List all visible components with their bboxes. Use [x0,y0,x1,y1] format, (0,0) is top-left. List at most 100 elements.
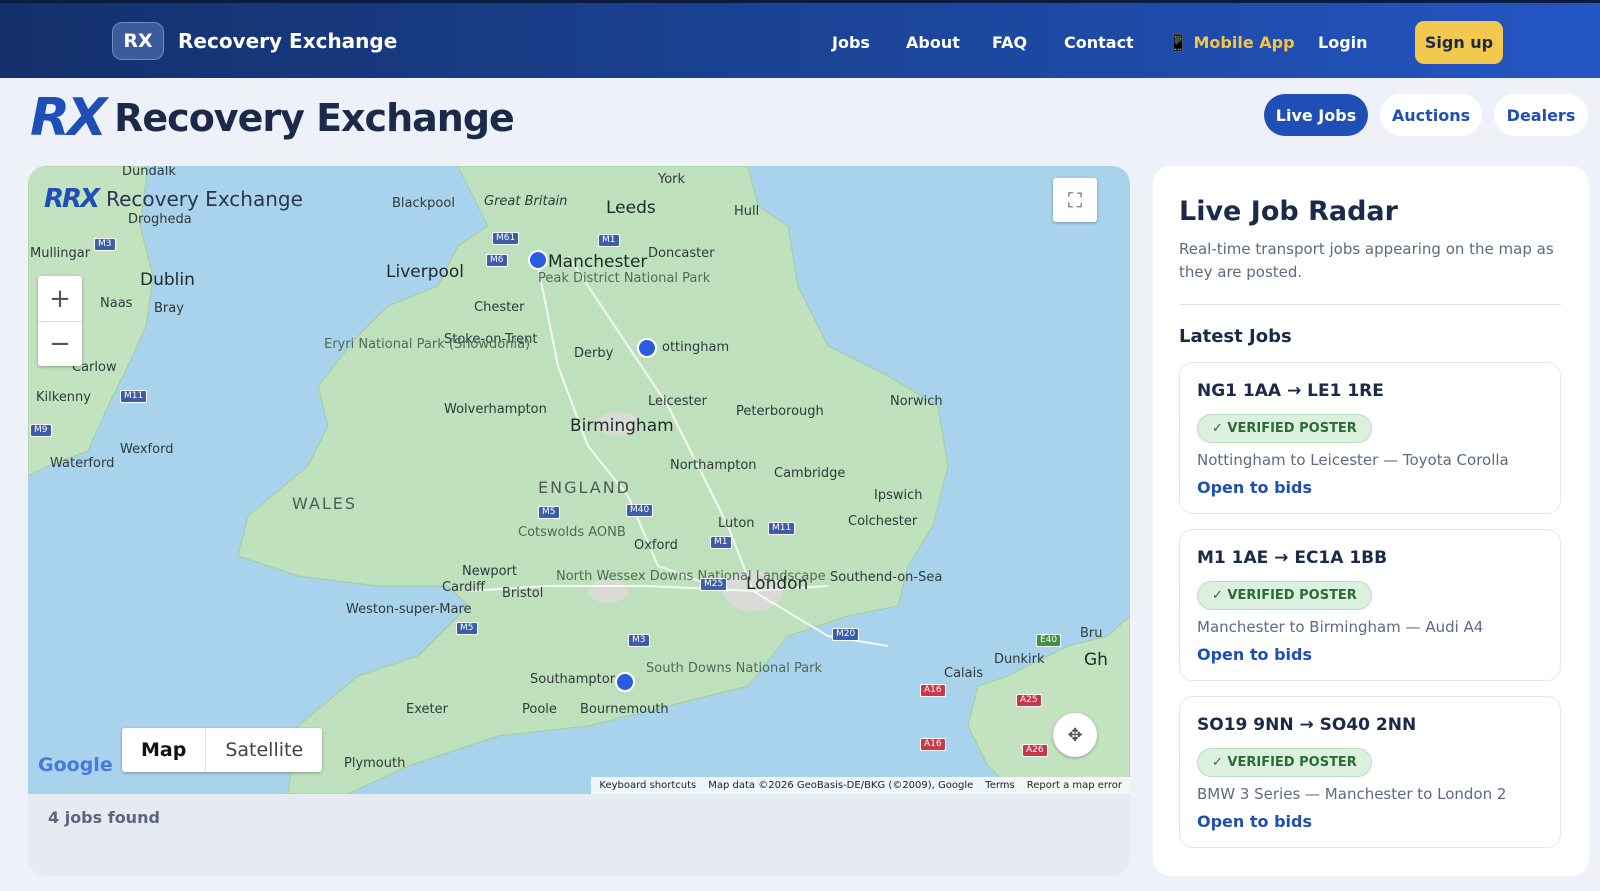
map-label: Leeds [606,198,656,218]
map-label: Gh [1084,650,1108,670]
map-label: Eryri National Park (Snowdonia) [324,338,530,352]
map-label: Ipswich [874,488,923,503]
map-logo-mark: RRX [44,184,100,214]
map-label: Naas [100,296,133,311]
road-shield: M11 [768,522,796,535]
map-label: Dunkirk [994,652,1045,667]
zoom-control: + − [38,276,82,366]
nav-link-mobile-app[interactable]: 📱 Mobile App [1168,33,1295,52]
map-label: ENGLAND [538,478,631,497]
pill-dealers[interactable]: Dealers [1494,94,1588,136]
map-label: Chester [474,300,525,315]
map-label: ottingham [662,340,730,355]
map-label: Bristol [502,586,544,601]
map-label: Poole [522,702,557,717]
page-logo: RX Recovery Exchange [30,88,515,148]
nav-logo-badge: RX [112,22,164,60]
open-to-bids-link[interactable]: Open to bids [1197,645,1312,664]
signup-button[interactable]: Sign up [1415,21,1503,64]
road-shield: M5 [456,622,478,635]
job-marker-pin[interactable] [615,672,635,692]
map-label: Derby [574,346,614,361]
map-label: Bru [1080,626,1103,641]
map-label: Northampton [670,458,757,473]
page-logo-name: Recovery Exchange [114,96,515,140]
open-to-bids-link[interactable]: Open to bids [1197,812,1312,831]
nav-link-about[interactable]: About [906,33,960,52]
road-shield: M9 [30,424,52,437]
map-type-toggle: Map Satellite [122,728,323,772]
nav-link-faq[interactable]: FAQ [992,33,1027,52]
latest-jobs-heading: Latest Jobs [1179,326,1292,347]
map-label: London [746,574,809,594]
open-to-bids-link[interactable]: Open to bids [1197,478,1312,497]
report-error-link[interactable]: Report a map error [1027,777,1122,794]
map-label: Colchester [848,514,918,529]
job-route: NG1 1AA → LE1 1RE [1197,381,1384,401]
job-route: SO19 9NN → SO40 2NN [1197,715,1417,735]
map-label: Cambridge [774,466,846,481]
road-shield: M3 [94,238,116,251]
panel-title: Live Job Radar [1179,196,1398,227]
map-label: Dundalk [122,166,176,179]
road-shield: M40 [626,504,654,517]
job-marker-pin[interactable] [637,338,657,358]
job-description: BMW 3 Series — Manchester to London 2 [1197,785,1507,803]
terms-link[interactable]: Terms [985,777,1014,794]
map-label: Blackpool [392,196,455,211]
zoom-out-button[interactable]: − [38,321,82,366]
map-label: Oxford [634,538,678,553]
map-label: Leicester [648,394,707,409]
map-label: York [658,172,686,187]
road-shield: A25 [1016,694,1042,707]
map-label: Weston-super-Mare [346,602,472,617]
map-canvas[interactable]: RRX Recovery Exchange Dundalk Drogheda M… [28,166,1130,794]
pill-live-jobs[interactable]: Live Jobs [1264,94,1368,136]
road-shield: M5 [538,506,560,519]
road-shield: A16 [920,738,946,751]
map-label: Kilkenny [36,390,91,405]
map-type-map-button[interactable]: Map [122,728,207,772]
map-label: Plymouth [344,756,406,771]
job-card[interactable]: SO19 9NN → SO40 2NN ✓ VERIFIED POSTER BM… [1179,696,1561,848]
road-shield: A26 [1022,744,1048,757]
map-label: Wexford [120,442,174,457]
map-label: Cardiff [442,580,485,595]
job-card[interactable]: M1 1AE → EC1A 1BB ✓ VERIFIED POSTER Manc… [1179,529,1561,681]
nav-link-contact[interactable]: Contact [1064,33,1134,52]
map-card: RRX Recovery Exchange Dundalk Drogheda M… [28,166,1130,876]
map-label: South Downs National Park [646,661,823,676]
map-data-credit: Map data ©2026 GeoBasis-DE/BKG (©2009), … [708,780,974,791]
map-label: Norwich [890,394,943,409]
keyboard-shortcuts-link[interactable]: Keyboard shortcuts [599,777,696,794]
map-label: Luton [718,516,755,531]
road-shield: M1 [710,536,732,549]
map-type-satellite-button[interactable]: Satellite [206,728,322,772]
road-shield: M61 [492,232,520,245]
map-label: North Wessex Downs National Landscape [556,570,826,584]
google-logo: Google [38,754,113,776]
map-label: Wolverhampton [444,402,547,417]
map-label: Bournemouth [580,702,669,717]
map-label: Peterborough [736,404,824,419]
map-overlay-logo: RRX Recovery Exchange [44,184,303,214]
road-shield: M20 [832,628,860,641]
map-label: Mullingar [30,246,91,261]
camera-control-icon[interactable]: ✥ [1053,713,1097,757]
verified-poster-badge: ✓ VERIFIED POSTER [1197,581,1372,610]
map-label: Calais [944,666,984,681]
job-card[interactable]: NG1 1AA → LE1 1RE ✓ VERIFIED POSTER Nott… [1179,362,1561,514]
job-description: Manchester to Birmingham — Audi A4 [1197,618,1484,636]
road-shield: M6 [486,254,508,267]
job-description: Nottingham to Leicester — Toyota Corolla [1197,451,1509,469]
pill-auctions[interactable]: Auctions [1380,94,1482,136]
live-job-radar-panel: Live Job Radar Real-time transport jobs … [1153,166,1589,876]
nav-link-jobs[interactable]: Jobs [832,33,870,52]
zoom-in-button[interactable]: + [38,276,82,321]
nav-brand[interactable]: RX Recovery Exchange [112,22,397,60]
map-label: Drogheda [128,212,192,227]
fullscreen-icon[interactable]: ⛶ [1053,178,1097,222]
nav-link-login[interactable]: Login [1318,33,1368,52]
job-marker-pin[interactable] [528,250,548,270]
map-label: Manchester [548,252,648,272]
